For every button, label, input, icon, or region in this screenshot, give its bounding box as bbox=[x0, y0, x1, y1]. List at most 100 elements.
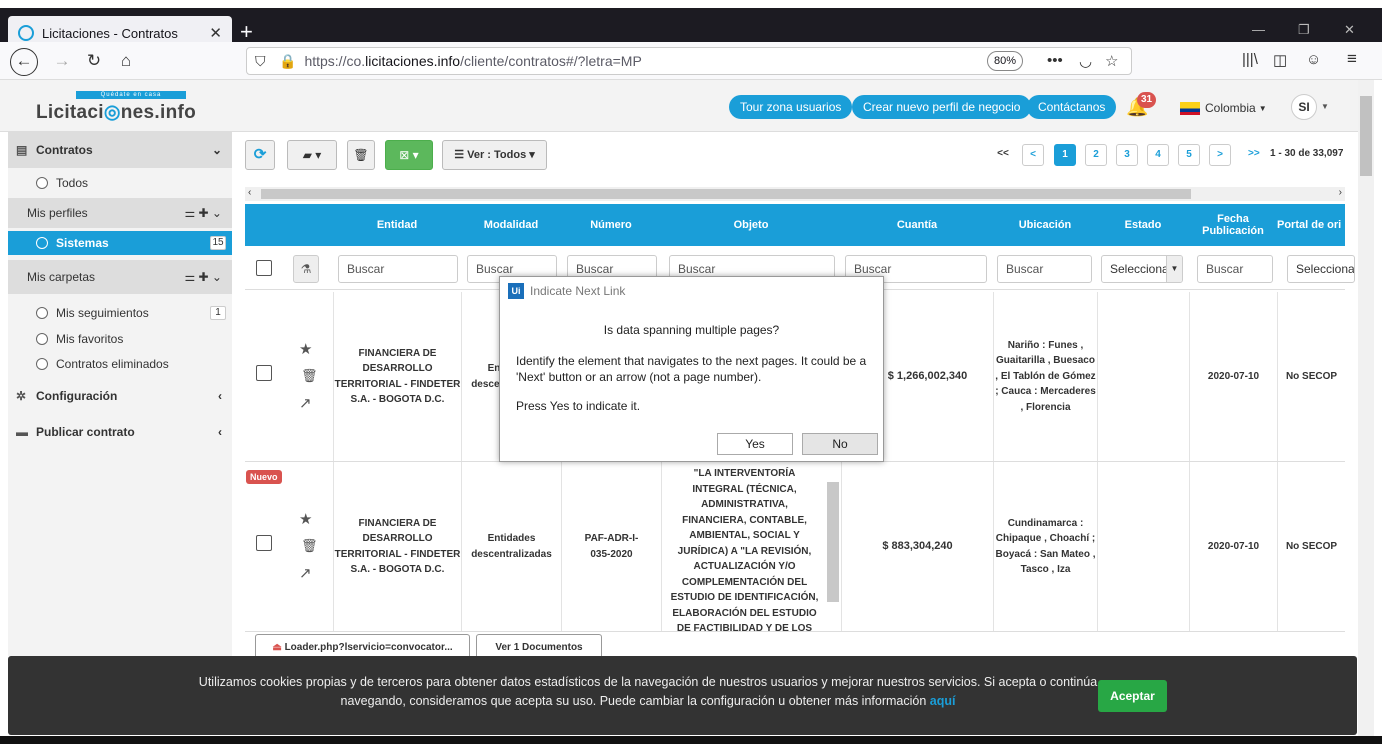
refresh-button[interactable]: ⟳ bbox=[245, 140, 275, 170]
col-numero[interactable]: Número bbox=[561, 204, 661, 246]
back-icon[interactable]: ← bbox=[10, 48, 38, 76]
pocket-icon[interactable]: ◡ bbox=[1079, 52, 1092, 70]
page-4-button[interactable]: 4 bbox=[1147, 144, 1169, 166]
sidebar-item-eliminados[interactable]: Contratos eliminados bbox=[8, 353, 232, 375]
scroll-thumb[interactable] bbox=[261, 189, 1191, 199]
new-tab-icon[interactable]: + bbox=[240, 20, 253, 44]
page-first-button[interactable]: << bbox=[992, 144, 1014, 166]
scroll-left-icon[interactable]: ‹ bbox=[248, 187, 251, 198]
dialog-title-bar: Ui Indicate Next Link bbox=[500, 277, 883, 305]
scroll-thumb[interactable] bbox=[1360, 96, 1372, 176]
close-tab-icon[interactable]: ✕ bbox=[209, 24, 222, 42]
filter-fecha-input[interactable]: Buscar bbox=[1197, 255, 1273, 283]
dialog-title: Indicate Next Link bbox=[530, 284, 626, 298]
site-favicon-icon bbox=[18, 25, 34, 41]
pagination-info: 1 - 30 de 33,097 bbox=[1270, 148, 1344, 159]
sidebar-item-seguimientos[interactable]: Mis seguimientos 1 bbox=[8, 302, 232, 324]
col-ubicacion[interactable]: Ubicación bbox=[993, 204, 1097, 246]
library-icon[interactable]: |||\ bbox=[1242, 51, 1258, 68]
restore-icon[interactable]: ❐ bbox=[1298, 22, 1310, 38]
page-3-button[interactable]: 3 bbox=[1116, 144, 1138, 166]
col-portal[interactable]: Portal de ori bbox=[1277, 204, 1345, 246]
minimize-icon[interactable]: — bbox=[1252, 22, 1265, 37]
vertical-scrollbar[interactable] bbox=[1358, 80, 1374, 736]
page-prev-button[interactable]: < bbox=[1022, 144, 1044, 166]
close-window-icon[interactable]: ✕ bbox=[1344, 22, 1355, 38]
page-5-button[interactable]: 5 bbox=[1178, 144, 1200, 166]
select-all-checkbox[interactable] bbox=[256, 260, 272, 276]
filter-ubicacion-input[interactable]: Buscar bbox=[997, 255, 1092, 283]
sidebar-item-mis-carpetas[interactable]: Mis carpetas ⚌ ✚ ⌄ bbox=[8, 260, 232, 294]
accept-cookies-button[interactable]: Aceptar bbox=[1098, 680, 1167, 712]
col-fecha[interactable]: Fecha Publicación bbox=[1189, 204, 1277, 246]
excel-export-button[interactable]: ⊠ ▾ bbox=[385, 140, 433, 170]
col-cuantia[interactable]: Cuantía bbox=[841, 204, 993, 246]
trash-icon[interactable]: 🗑 bbox=[301, 368, 318, 384]
avatar[interactable]: SI bbox=[1291, 94, 1317, 120]
col-estado[interactable]: Estado bbox=[1097, 204, 1189, 246]
cell-objeto[interactable]: "LA INTERVENTORÍA INTEGRAL (TÉCNICA, ADM… bbox=[661, 462, 841, 631]
sidebar-item-contratos[interactable]: ▤ Contratos ⌄ bbox=[8, 132, 232, 168]
chevron-down-icon[interactable]: ▼ bbox=[1321, 102, 1329, 111]
create-profile-button[interactable]: Crear nuevo perfil de negocio bbox=[852, 95, 1032, 119]
chevron-left-icon: ‹ bbox=[218, 389, 222, 403]
no-button[interactable]: No bbox=[802, 433, 878, 455]
home-icon[interactable]: ⌂ bbox=[112, 48, 140, 76]
tour-button[interactable]: Tour zona usuarios bbox=[729, 95, 853, 119]
chevron-down-icon: ▼ bbox=[1258, 103, 1267, 113]
sidebar-item-favoritos[interactable]: Mis favoritos bbox=[8, 328, 232, 350]
url-bar[interactable]: ⛉ 🔒 https://co. licitaciones.info/cliente… bbox=[246, 47, 1132, 75]
page-2-button[interactable]: 2 bbox=[1085, 144, 1107, 166]
settings-add-icon[interactable]: ⚌ ✚ ⌄ bbox=[184, 270, 222, 284]
radio-icon bbox=[36, 358, 48, 370]
reload-icon[interactable]: ↻ bbox=[80, 48, 108, 76]
lock-icon[interactable]: 🔒 bbox=[279, 53, 296, 70]
external-link-icon[interactable]: ↗ bbox=[299, 564, 312, 582]
country-selector[interactable]: Colombia ▼ bbox=[1180, 101, 1267, 115]
notification-count-badge: 31 bbox=[1137, 92, 1156, 108]
col-modalidad[interactable]: Modalidad bbox=[461, 204, 561, 246]
objeto-scrollbar[interactable] bbox=[827, 482, 839, 602]
sidebar-item-mis-perfiles[interactable]: Mis perfiles ⚌ ✚ ⌄ bbox=[8, 198, 232, 228]
star-icon[interactable]: ★ bbox=[299, 510, 312, 528]
sidebar-item-publicar[interactable]: ▬ Publicar contrato ‹ bbox=[8, 420, 232, 444]
scroll-right-icon[interactable]: › bbox=[1339, 187, 1342, 198]
cookie-more-info-link[interactable]: aquí bbox=[930, 694, 956, 708]
row-checkbox[interactable] bbox=[256, 535, 272, 551]
delete-button[interactable]: 🗑 bbox=[347, 140, 375, 170]
sidebar-toggle-icon[interactable]: ◫ bbox=[1273, 51, 1287, 69]
folder-menu-button[interactable]: ▰ ▾ bbox=[287, 140, 337, 170]
row-checkbox[interactable] bbox=[256, 365, 272, 381]
tracking-shield-icon[interactable]: ⛉ bbox=[255, 53, 269, 70]
settings-add-icon[interactable]: ⚌ ✚ ⌄ bbox=[184, 206, 222, 220]
sidebar-item-configuracion[interactable]: ✲ Configuración ‹ bbox=[8, 384, 232, 408]
external-link-icon[interactable]: ↗ bbox=[299, 394, 312, 412]
trash-icon[interactable]: 🗑 bbox=[301, 538, 318, 554]
sidebar-item-sistemas[interactable]: Sistemas 15 bbox=[8, 231, 232, 255]
bookmark-star-icon[interactable]: ☆ bbox=[1105, 52, 1118, 70]
contact-button[interactable]: Contáctanos bbox=[1027, 95, 1117, 119]
col-entidad[interactable]: Entidad bbox=[333, 204, 461, 246]
col-objeto[interactable]: Objeto bbox=[661, 204, 841, 246]
forward-icon[interactable]: → bbox=[48, 48, 76, 76]
table-row[interactable]: Nuevo ★ 🗑 ↗ FINANCIERA DE DESARROLLO TER… bbox=[245, 462, 1345, 632]
view-filter-button[interactable]: ☰ Ver : Todos ▾ bbox=[442, 140, 547, 170]
flask-filter-button[interactable]: ⚗ bbox=[293, 255, 319, 283]
page-1-button[interactable]: 1 bbox=[1054, 144, 1076, 166]
filter-portal-select[interactable]: Selecciona bbox=[1287, 255, 1355, 283]
filter-entidad-input[interactable]: Buscar bbox=[338, 255, 458, 283]
filter-estado-select[interactable]: Selecciona ▼ bbox=[1101, 255, 1183, 283]
zoom-indicator[interactable]: 80% bbox=[987, 51, 1023, 71]
account-icon[interactable]: ☺ bbox=[1306, 51, 1321, 68]
page-next-button[interactable]: > bbox=[1209, 144, 1231, 166]
star-icon[interactable]: ★ bbox=[299, 340, 312, 358]
menu-icon[interactable]: ≡ bbox=[1347, 49, 1357, 69]
document-icon: ▤ bbox=[16, 143, 28, 157]
cell-entidad: FINANCIERA DE DESARROLLO TERRITORIAL - F… bbox=[333, 292, 461, 461]
logo[interactable]: Quédate en casa Licitaci◎nes.info bbox=[36, 91, 196, 124]
horizontal-scrollbar[interactable]: ‹ › bbox=[245, 187, 1345, 201]
page-last-button[interactable]: >> bbox=[1248, 148, 1260, 159]
yes-button[interactable]: Yes bbox=[717, 433, 793, 455]
sidebar-item-todos[interactable]: Todos bbox=[8, 172, 232, 194]
page-actions-icon[interactable]: ••• bbox=[1047, 52, 1063, 69]
